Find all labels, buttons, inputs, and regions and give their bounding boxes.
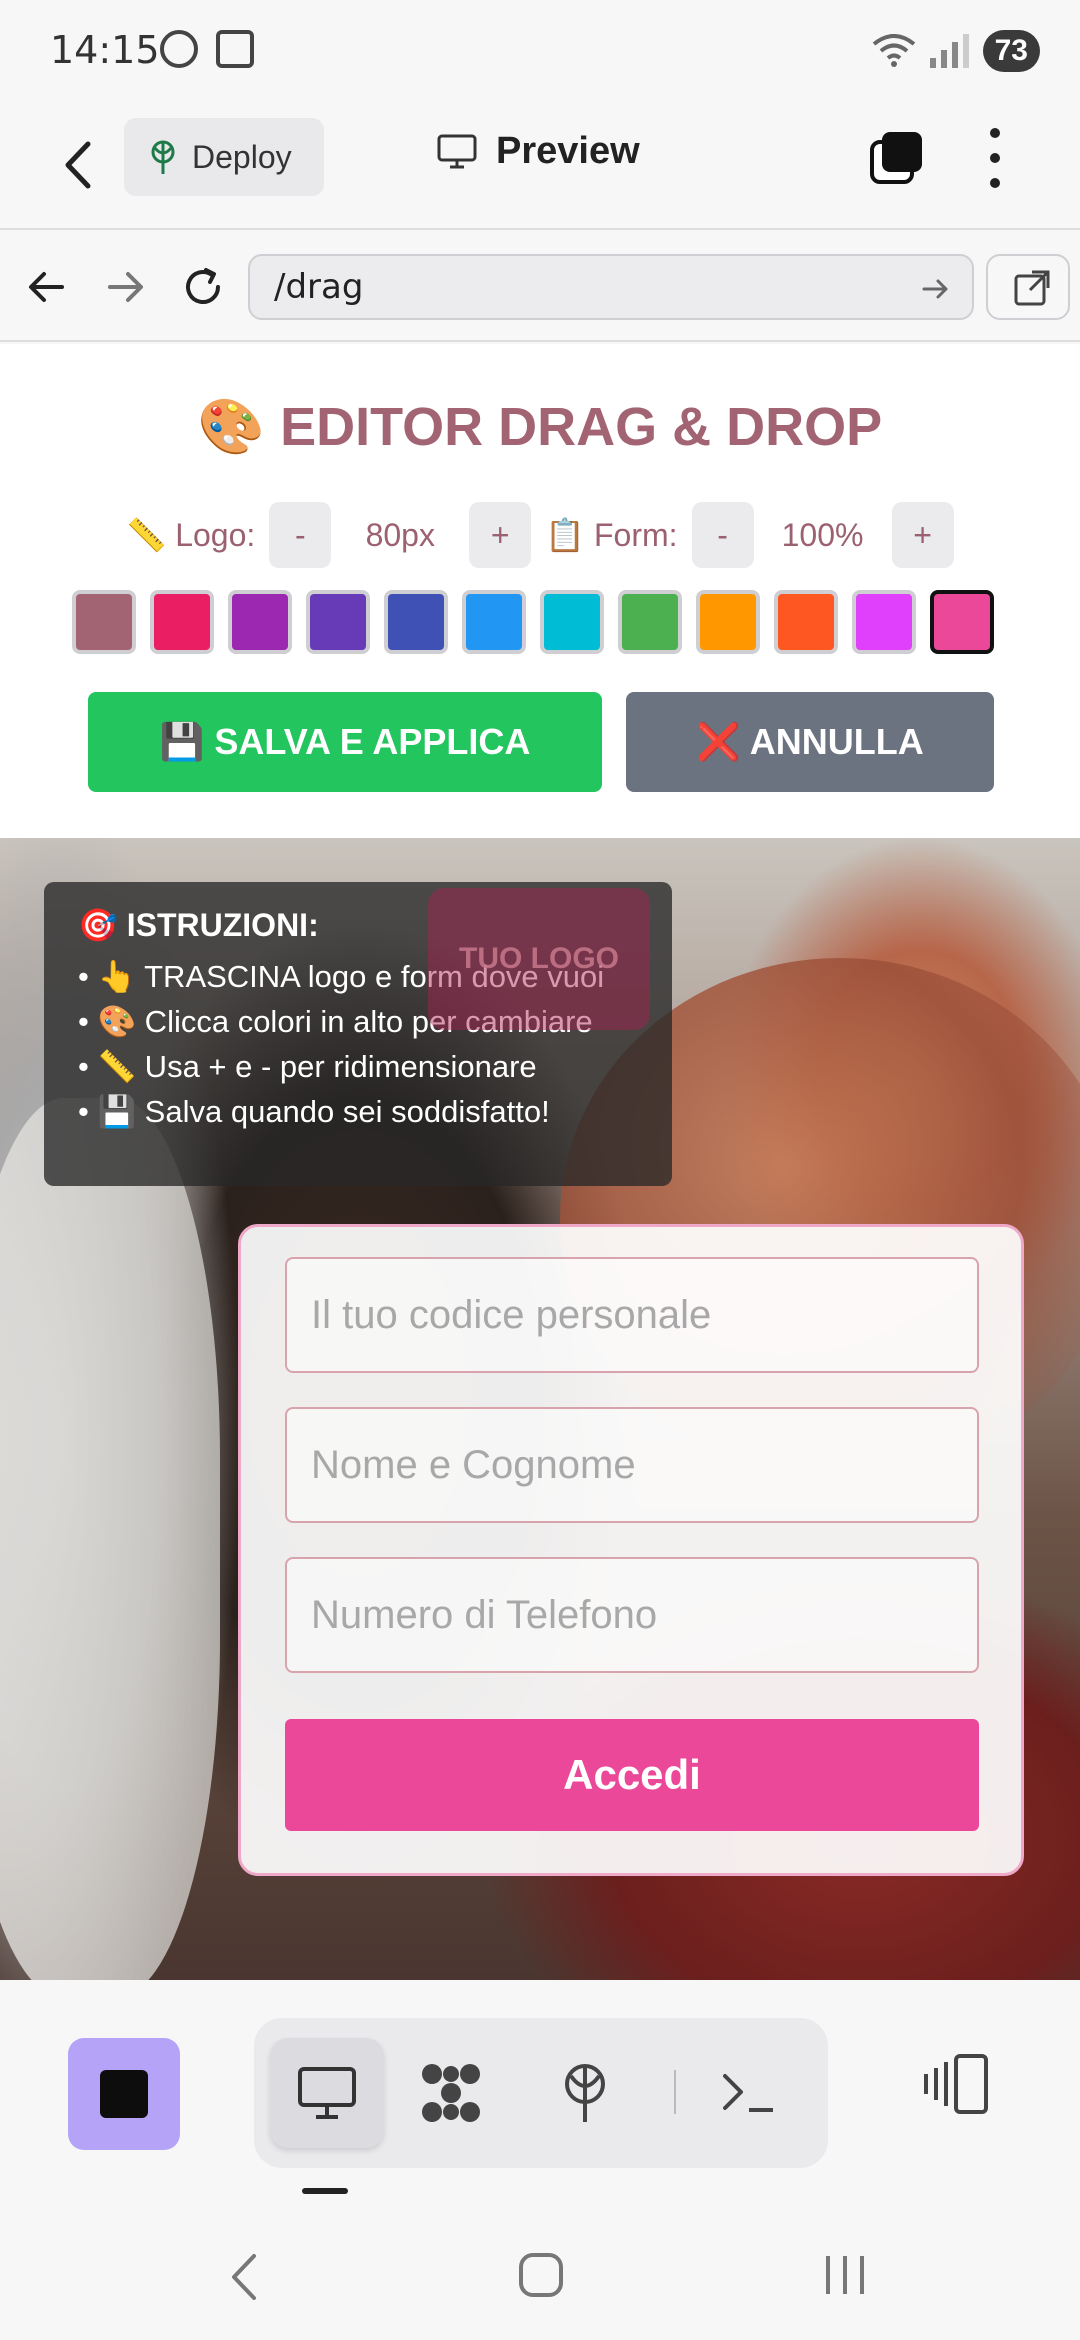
color-swatch[interactable] [72, 590, 136, 654]
url-text: /drag [274, 267, 364, 307]
toolbar-group [254, 2018, 828, 2168]
browser-forward-icon[interactable] [100, 262, 150, 312]
form-size-value: 100% [781, 516, 864, 553]
battery-indicator: 73 [982, 30, 1040, 72]
color-swatch[interactable] [618, 590, 682, 654]
color-swatch[interactable] [540, 590, 604, 654]
background-photo-arm [0, 1098, 220, 1980]
color-swatch[interactable] [852, 590, 916, 654]
active-tab-indicator [302, 2188, 348, 2194]
system-recents-icon[interactable] [822, 2252, 868, 2298]
more-options-icon[interactable] [980, 128, 1010, 188]
phone-number-input[interactable]: Numero di Telefono [285, 1557, 979, 1673]
monitor-icon [437, 134, 477, 168]
terminal-button[interactable] [692, 2038, 806, 2148]
wifi-icon [872, 34, 915, 67]
system-nav-bar [0, 2200, 1080, 2340]
color-swatch[interactable] [228, 590, 292, 654]
save-apply-button[interactable]: 💾 SALVA E APPLICA [88, 692, 602, 792]
monitor-icon [298, 2067, 356, 2119]
color-swatch[interactable] [696, 590, 760, 654]
app-header: Deploy Preview [0, 100, 1080, 230]
whatsapp-icon [160, 30, 198, 68]
tabs-icon[interactable] [868, 130, 924, 186]
stop-button[interactable] [68, 2038, 180, 2150]
stop-icon [100, 2070, 148, 2118]
color-swatch[interactable] [774, 590, 838, 654]
color-swatch[interactable] [384, 590, 448, 654]
draggable-login-form[interactable]: Il tuo codice personale Nome e Cognome N… [238, 1224, 1024, 1876]
status-system-icons: 73 [872, 30, 1040, 72]
terminal-icon [723, 2074, 773, 2112]
login-button[interactable]: Accedi [285, 1719, 979, 1831]
color-swatch[interactable] [930, 590, 994, 654]
status-bar: 14:15 73 [0, 0, 1080, 100]
integrations-icon [422, 2064, 480, 2122]
cancel-button[interactable]: ❌ ANNULLA [626, 692, 994, 792]
reload-icon[interactable] [178, 262, 228, 312]
color-swatches [72, 590, 994, 654]
open-external-button[interactable] [986, 254, 1070, 320]
deploy-button[interactable]: Deploy [124, 118, 324, 196]
preview-label: Preview [496, 130, 640, 172]
browser-bar: /drag [0, 232, 1080, 342]
editor-title: 🎨 EDITOR DRAG & DROP [197, 397, 883, 457]
logo-size-label: 📏 Logo: [126, 517, 256, 553]
size-controls: 📏 Logo: - 80px + 📋 Form: - 100% + [0, 502, 1080, 568]
color-swatch[interactable] [462, 590, 526, 654]
deploy-icon [565, 2064, 605, 2122]
system-back-icon[interactable] [224, 2252, 264, 2302]
logo-size-value: 80px [365, 516, 435, 553]
go-arrow-icon[interactable] [918, 272, 952, 306]
status-notification-icons [160, 30, 254, 68]
browser-back-icon[interactable] [22, 262, 72, 312]
back-icon[interactable] [58, 138, 102, 192]
color-swatch[interactable] [306, 590, 370, 654]
color-swatch[interactable] [150, 590, 214, 654]
signal-icon [929, 34, 969, 68]
instruction-line: • 📏 Usa + e - per ridimensionare [78, 1049, 537, 1084]
deploy-tab-button[interactable] [528, 2038, 642, 2148]
instruction-line: • 💾 Salva quando sei soddisfatto! [78, 1094, 550, 1129]
status-time: 14:15 [50, 28, 160, 72]
preview-title[interactable]: Preview [436, 130, 640, 173]
form-increase-button[interactable]: + [891, 502, 954, 568]
integrations-button[interactable] [394, 2038, 508, 2148]
logo-decrease-button[interactable]: - [269, 502, 332, 568]
screenshot-icon [216, 30, 254, 68]
preview-canvas: 🎯 ISTRUZIONI: • 👆 TRASCINA logo e form d… [0, 838, 1080, 1980]
personal-code-input[interactable]: Il tuo codice personale [285, 1257, 979, 1373]
device-layout-icon[interactable] [922, 2050, 992, 2118]
preview-tab-button[interactable] [270, 2038, 384, 2148]
toolbar-separator [674, 2070, 676, 2114]
external-link-icon [1014, 270, 1050, 306]
deploy-label: Deploy [192, 138, 292, 175]
bottom-toolbar [0, 1980, 1080, 2200]
system-home-icon[interactable] [518, 2252, 564, 2298]
draggable-logo[interactable]: TUO LOGO [428, 888, 650, 1030]
editor-panel: 🎨 EDITOR DRAG & DROP 📏 Logo: - 80px + 📋 … [0, 344, 1080, 838]
editor-actions: 💾 SALVA E APPLICA ❌ ANNULLA [88, 692, 994, 792]
url-input[interactable]: /drag [248, 254, 974, 320]
form-size-label: 📋 Form: [545, 517, 678, 553]
form-decrease-button[interactable]: - [691, 502, 754, 568]
logo-increase-button[interactable]: + [469, 502, 532, 568]
full-name-input[interactable]: Nome e Cognome [285, 1407, 979, 1523]
deploy-icon [151, 140, 175, 174]
